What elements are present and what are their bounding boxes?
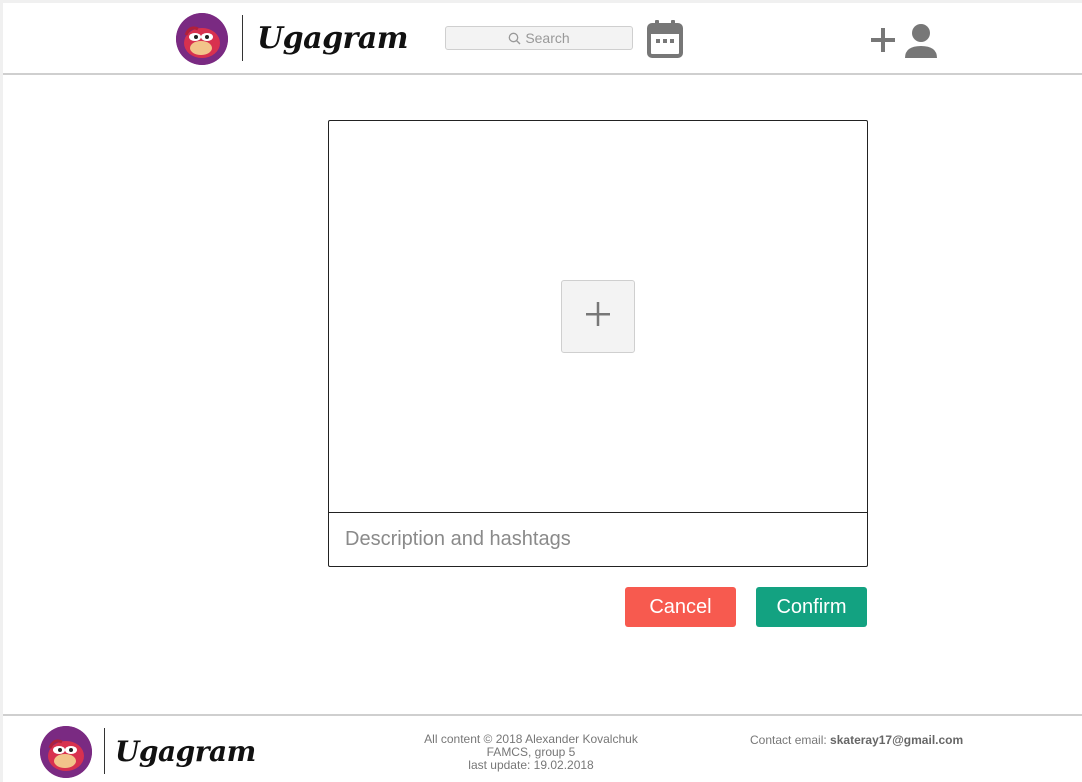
plus-icon <box>586 302 610 331</box>
top-navbar: Ugagram Search <box>3 3 1082 75</box>
footer: Ugagram All content © 2018 Alexander Kov… <box>3 714 1082 782</box>
logo-divider <box>242 15 243 61</box>
footer-contact: Contact email: skateray17@gmail.com <box>750 733 963 747</box>
footer-info: All content © 2018 Alexander Kovalchuk F… <box>381 733 681 772</box>
calendar-icon[interactable] <box>647 20 683 58</box>
footer-logo-icon <box>40 726 92 778</box>
logo-icon[interactable] <box>176 13 228 65</box>
add-image-button[interactable] <box>561 280 635 353</box>
cancel-button[interactable]: Cancel <box>625 587 736 627</box>
footer-brand-name: Ugagram <box>115 735 256 768</box>
search-icon <box>508 32 521 45</box>
last-update-text: last update: 19.02.2018 <box>468 758 594 772</box>
footer-logo-divider <box>104 728 105 774</box>
image-drop-area[interactable] <box>329 121 867 513</box>
search-placeholder: Search <box>525 30 570 46</box>
new-post-form <box>328 120 868 567</box>
contact-email-link[interactable]: skateray17@gmail.com <box>830 733 963 747</box>
search-input[interactable]: Search <box>445 26 633 50</box>
description-input[interactable] <box>329 513 867 566</box>
page: Ugagram Search Description and hashtags … <box>3 3 1082 782</box>
brand-name[interactable]: Ugagram <box>257 21 409 56</box>
contact-label: Contact email: <box>750 733 827 747</box>
confirm-button[interactable]: Confirm <box>756 587 867 627</box>
add-user-icon[interactable] <box>871 23 941 61</box>
